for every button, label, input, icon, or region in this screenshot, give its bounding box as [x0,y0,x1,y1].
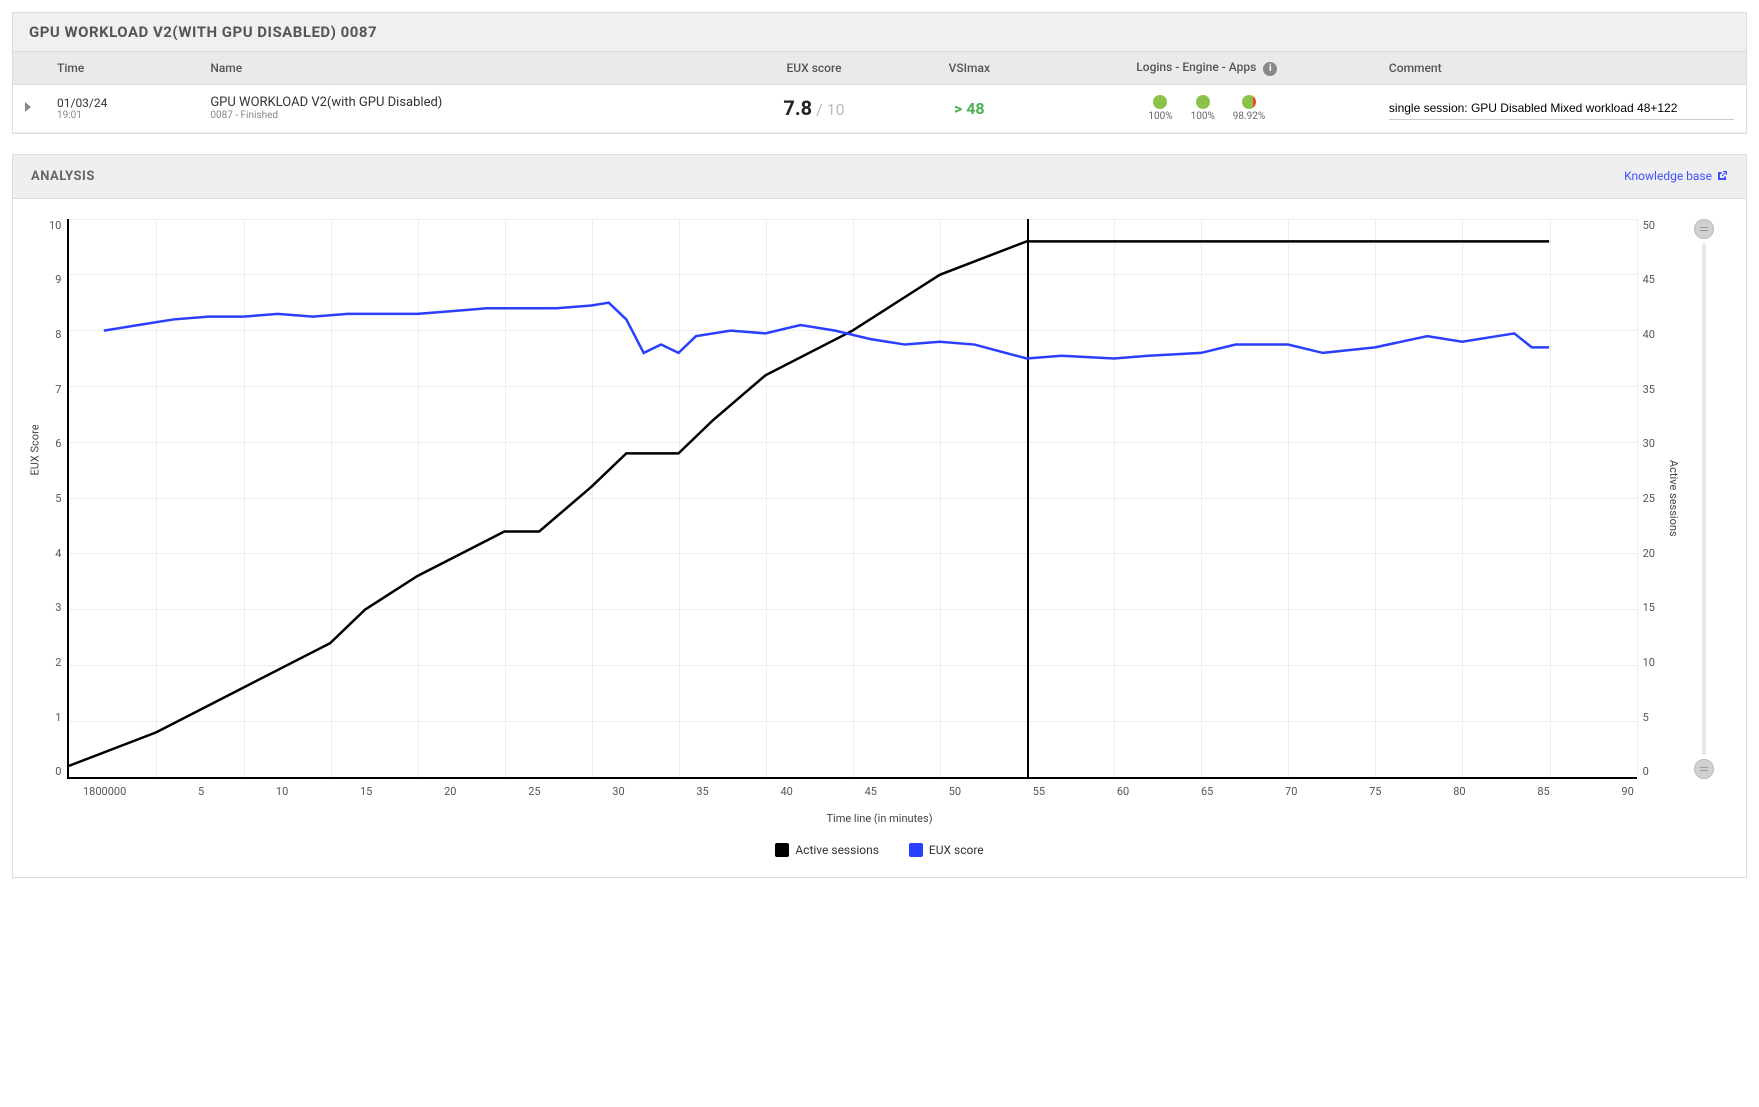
status-engine: 100% [1191,95,1215,122]
analysis-card: ANALYSIS Knowledge base EUX Score 109876… [12,154,1747,878]
x-axis-label: Time line (in minutes) [43,812,1716,825]
test-table: Time Name EUX score VSImax Logins - Engi… [13,52,1746,133]
chart-container: EUX Score 109876543210 50454035302520151… [13,199,1746,877]
info-icon[interactable]: i [1263,62,1277,76]
cell-eux: 7.8 / 10 [726,84,902,132]
legend-swatch [909,843,923,857]
table-row[interactable]: 01/03/24 19:01 GPU WORKLOAD V2(with GPU … [13,84,1746,132]
test-title: GPU WORKLOAD V2(WITH GPU DISABLED) 0087 [29,23,1730,41]
status-logins: 100% [1148,95,1172,122]
test-summary-card: GPU WORKLOAD V2(WITH GPU DISABLED) 0087 … [12,12,1747,134]
cell-time: 01/03/24 19:01 [45,84,198,132]
cell-name: GPU WORKLOAD V2(with GPU Disabled) 0087 … [198,84,726,132]
col-vsimax: VSImax [902,52,1037,84]
cell-vsimax: > 48 [902,84,1037,132]
legend-label: Active sessions [795,843,879,857]
y-axis-right: 50454035302520151050 [1637,219,1661,779]
expand-chevron-icon[interactable] [25,102,31,112]
chart-plot[interactable] [67,219,1636,779]
comment-input[interactable] [1389,97,1734,120]
col-comment: Comment [1377,52,1746,84]
knowledge-base-link[interactable]: Knowledge base [1624,169,1728,183]
slider-track[interactable] [1702,243,1706,755]
legend-item[interactable]: Active sessions [775,843,879,857]
analysis-header: ANALYSIS Knowledge base [13,155,1746,199]
col-eux: EUX score [726,52,902,84]
col-time: Time [45,52,198,84]
legend-swatch [775,843,789,857]
legend-label: EUX score [929,843,984,857]
y-axis-left-label: EUX Score [29,424,42,475]
external-link-icon [1716,170,1728,182]
col-name: Name [198,52,726,84]
y-axis-left: 109876543210 [43,219,67,779]
col-logins: Logins - Engine - Apps i [1037,52,1377,84]
slider-bottom-knob[interactable] [1694,759,1714,779]
cell-status: 100% 100% 98.92% [1037,84,1377,132]
status-apps: 98.92% [1233,95,1265,122]
slider-top-knob[interactable] [1694,219,1714,239]
range-slider[interactable] [1692,219,1716,779]
series-line [69,241,1549,766]
analysis-title: ANALYSIS [31,169,95,184]
x-axis: 1800000510152025303540455055606570758085… [43,785,1716,798]
cell-comment [1377,84,1746,132]
series-line [104,302,1549,358]
test-card-header: GPU WORKLOAD V2(WITH GPU DISABLED) 0087 [13,13,1746,52]
y-axis-right-label: Active sessions [1667,460,1680,537]
chart-legend: Active sessions EUX score [43,843,1716,857]
legend-item[interactable]: EUX score [909,843,984,857]
